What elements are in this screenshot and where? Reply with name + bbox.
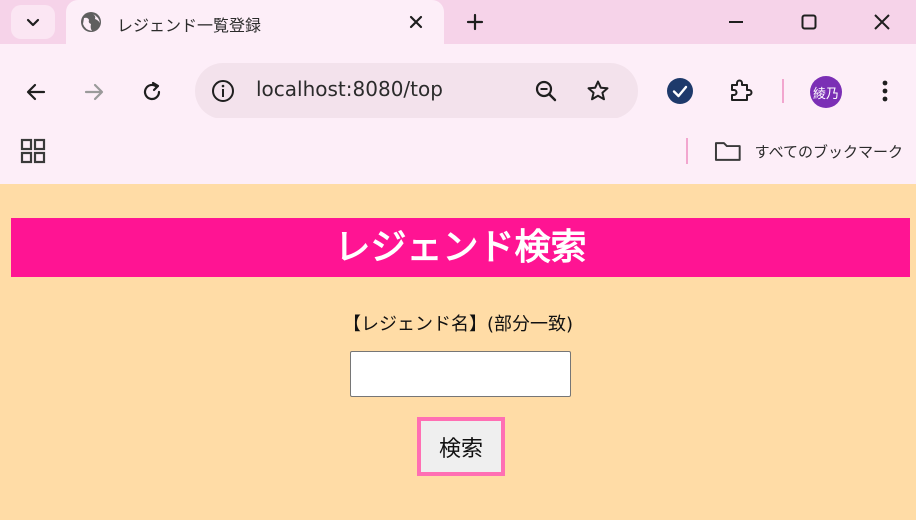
search-button[interactable]: 検索 [417,417,505,476]
info-icon [212,80,234,102]
close-icon [409,15,423,29]
back-button[interactable] [16,72,56,112]
window-maximize-button[interactable] [773,0,845,44]
arrow-right-icon [84,83,104,101]
legend-name-label: 【レジェンド名】(部分一致) [342,314,574,335]
folder-icon [714,142,741,161]
tab-close-button[interactable] [404,10,428,34]
all-bookmarks-button[interactable]: すべてのブックマーク [713,134,903,168]
star-icon [587,80,609,101]
extension-check-button[interactable] [666,77,694,105]
extensions-button[interactable] [725,75,755,105]
new-tab-button[interactable] [461,8,489,36]
zoom-button[interactable] [532,77,560,105]
page-title: レジェンド検索 [11,218,910,277]
plus-icon [466,13,484,31]
url-text[interactable]: localhost:8080/top [256,77,443,101]
tab-strip: レジェンド一覧登録 [0,0,916,44]
tab-title: レジェンド一覧登録 [117,16,262,35]
maximize-icon [801,14,817,30]
check-circle-icon [667,78,693,104]
minimize-icon [729,21,743,23]
arrow-left-icon [26,83,46,101]
window-close-button[interactable] [846,0,916,44]
bookmarks-divider [686,138,688,164]
window-minimize-button[interactable] [700,0,772,44]
address-bar[interactable]: localhost:8080/top [195,63,638,119]
more-vertical-icon [882,80,888,102]
tab-search-button[interactable] [11,5,55,39]
browser-menu-button[interactable] [870,76,900,106]
reload-icon [143,81,161,101]
forward-button[interactable] [74,72,114,112]
zoom-out-icon [535,80,557,102]
profile-avatar[interactable]: 綾乃 [810,76,842,108]
bookmarks-bar: すべてのブックマーク [0,118,916,184]
site-info-button[interactable] [209,77,237,105]
browser-tab-active[interactable]: レジェンド一覧登録 [66,0,444,44]
apps-grid-icon[interactable] [20,138,46,164]
page-content: レジェンド検索 【レジェンド名】(部分一致) 検索 [0,184,916,520]
reload-button[interactable] [132,72,172,112]
chevron-down-icon [26,18,40,27]
close-icon [874,14,890,30]
toolbar-divider [782,79,784,103]
puzzle-icon [731,79,753,101]
all-bookmarks-label: すべてのブックマーク [754,142,903,161]
globe-icon [81,12,101,32]
bookmark-star-button[interactable] [584,77,612,105]
legend-name-input[interactable] [350,351,571,397]
